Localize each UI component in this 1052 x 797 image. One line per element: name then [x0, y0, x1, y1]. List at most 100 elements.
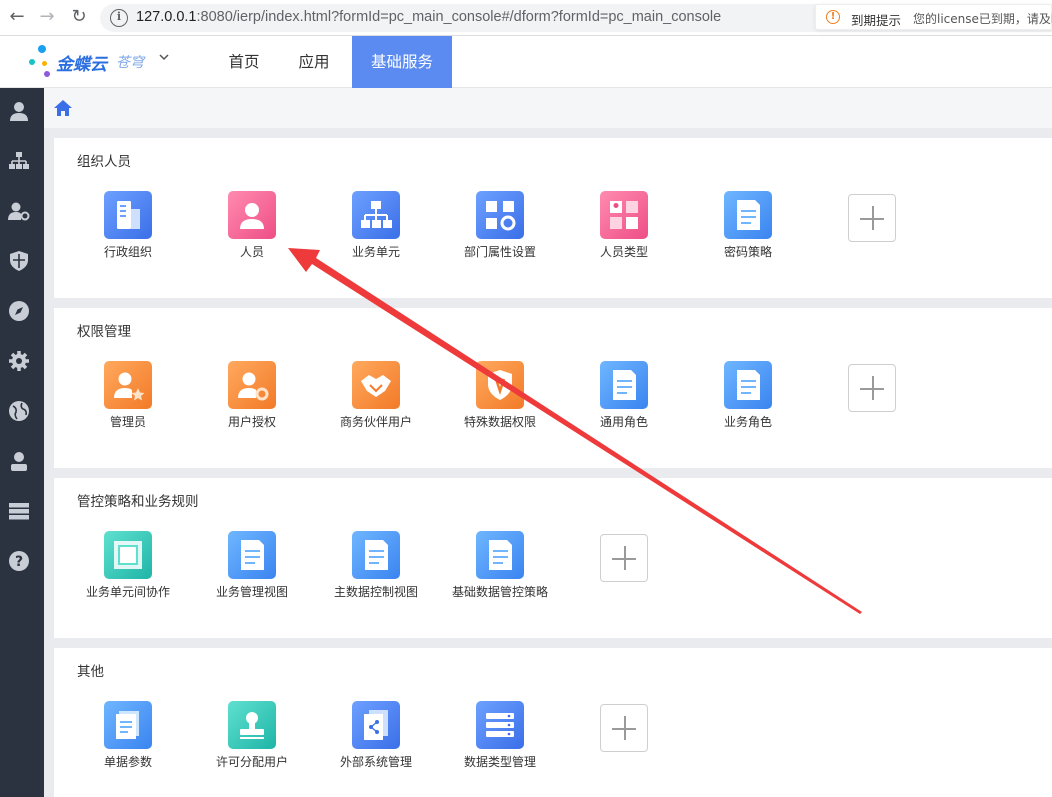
tile-label: 许可分配用户 — [215, 755, 288, 769]
tile-user-authorization[interactable]: 用户授权 — [192, 361, 312, 441]
tile-label: 管理员 — [109, 415, 146, 429]
tile-label: 用户授权 — [227, 415, 276, 429]
app-header: 金蝶云 苍穹 首页 应用 基础服务 — [0, 36, 1052, 88]
tile-label: 通用角色 — [599, 415, 648, 429]
tile-label: 人员类型 — [599, 245, 648, 259]
tile-label: 行政组织 — [103, 245, 152, 259]
person-icon[interactable] — [8, 450, 30, 472]
user-settings-icon[interactable] — [8, 200, 30, 222]
tile-people[interactable]: 人员 — [192, 191, 312, 271]
site-info-icon[interactable]: i — [110, 9, 128, 27]
org-chart-icon[interactable] — [8, 150, 30, 172]
add-tile-button[interactable] — [600, 704, 648, 752]
tile-master-data-control-view[interactable]: 主数据控制视图 — [316, 531, 436, 611]
stacked-docs-icon — [104, 701, 152, 749]
notice-title: 到期提示 — [851, 13, 902, 28]
server-icon[interactable] — [8, 500, 30, 522]
document-icon — [228, 531, 276, 579]
document-icon — [600, 361, 648, 409]
tile-label: 密码策略 — [723, 245, 772, 259]
tile-basic-data-control-policy[interactable]: 基础数据管控策略 — [440, 531, 560, 611]
section-title: 权限管理 — [77, 324, 131, 340]
tile-business-unit[interactable]: 业务单元 — [316, 191, 436, 271]
section-title: 组织人员 — [77, 154, 131, 170]
admin-star-icon — [104, 361, 152, 409]
tile-bu-collaboration[interactable]: 业务单元间协作 — [68, 531, 188, 611]
user-gear-icon — [228, 361, 276, 409]
tab-home[interactable]: 首页 — [212, 36, 276, 88]
section-org-people: 组织人员 行政组织 人员 业务单元 部门属性设置 人员类型 密码策略 — [54, 138, 1052, 298]
tile-label: 单据参数 — [103, 755, 152, 769]
layers-icon — [104, 531, 152, 579]
person-grid-icon — [600, 191, 648, 239]
tab-apps[interactable]: 应用 — [282, 36, 346, 88]
tile-admin-org[interactable]: 行政组织 — [68, 191, 188, 271]
user-icon[interactable] — [8, 100, 30, 122]
document-icon — [476, 531, 524, 579]
tile-document-params[interactable]: 单据参数 — [68, 701, 188, 781]
forward-icon[interactable]: → — [36, 6, 58, 28]
add-tile-button[interactable] — [600, 534, 648, 582]
url-text: 127.0.0.1:8080/ierp/index.html?formId=pc… — [136, 9, 721, 25]
person-icon — [228, 191, 276, 239]
tile-label: 特殊数据权限 — [463, 415, 536, 429]
reload-icon[interactable]: ↻ — [68, 6, 90, 28]
tile-license-users[interactable]: 许可分配用户 — [192, 701, 312, 781]
tile-label: 数据类型管理 — [463, 755, 536, 769]
shield-icon — [476, 361, 524, 409]
shield-icon[interactable] — [8, 250, 30, 272]
building-icon — [104, 191, 152, 239]
url-host: 127.0.0.1 — [136, 9, 197, 25]
help-icon[interactable]: ? — [8, 550, 30, 572]
warning-icon: ! — [826, 10, 840, 24]
tile-label: 业务管理视图 — [215, 585, 288, 599]
section-other: 其他 单据参数 许可分配用户 外部系统管理 数据类型管理 — [54, 648, 1052, 797]
add-tile-button[interactable] — [848, 194, 896, 242]
tile-label: 业务角色 — [723, 415, 772, 429]
back-icon[interactable]: ← — [6, 6, 28, 28]
home-icon[interactable] — [54, 100, 72, 116]
share-docs-icon — [352, 701, 400, 749]
tile-label: 外部系统管理 — [339, 755, 412, 769]
tile-business-mgmt-view[interactable]: 业务管理视图 — [192, 531, 312, 611]
license-notice[interactable]: ! 到期提示 您的license已到期，请及时 — [815, 4, 1052, 30]
chevron-down-icon[interactable] — [158, 51, 170, 67]
tile-label: 业务单元 — [351, 245, 400, 259]
globe-icon[interactable] — [8, 400, 30, 422]
notice-message: 您的license已到期，请及时 — [913, 12, 1052, 26]
org-chart-icon — [352, 191, 400, 239]
gear-icon[interactable] — [8, 350, 30, 372]
section-control-policies: 管控策略和业务规则 业务单元间协作 业务管理视图 主数据控制视图 基础数据管控策… — [54, 478, 1052, 638]
tile-special-data-perm[interactable]: 特殊数据权限 — [440, 361, 560, 441]
logo-icon — [28, 44, 54, 78]
document-icon — [352, 531, 400, 579]
tile-administrator[interactable]: 管理员 — [68, 361, 188, 441]
grid-gear-icon — [476, 191, 524, 239]
brand-name: 金蝶云 — [56, 55, 107, 75]
compass-icon[interactable] — [8, 300, 30, 322]
tile-password-policy[interactable]: 密码策略 — [688, 191, 808, 271]
tile-label: 商务伙伴用户 — [339, 415, 412, 429]
add-tile-button[interactable] — [848, 364, 896, 412]
document-icon — [724, 361, 772, 409]
tile-business-role[interactable]: 业务角色 — [688, 361, 808, 441]
tile-person-type[interactable]: 人员类型 — [564, 191, 684, 271]
tile-data-type-mgmt[interactable]: 数据类型管理 — [440, 701, 560, 781]
section-permission-management: 权限管理 管理员 用户授权 商务伙伴用户 特殊数据权限 通用角色 业务角色 — [54, 308, 1052, 468]
document-icon — [724, 191, 772, 239]
stamp-icon — [228, 701, 276, 749]
list-icon — [476, 701, 524, 749]
section-title: 管控策略和业务规则 — [77, 494, 199, 510]
tile-label: 部门属性设置 — [463, 245, 536, 259]
tile-partner-users[interactable]: 商务伙伴用户 — [316, 361, 436, 441]
brand-subtitle: 苍穹 — [116, 55, 144, 71]
tab-basic-services[interactable]: 基础服务 — [352, 36, 452, 88]
tile-common-role[interactable]: 通用角色 — [564, 361, 684, 441]
section-title: 其他 — [77, 664, 104, 680]
tile-external-system-mgmt[interactable]: 外部系统管理 — [316, 701, 436, 781]
tile-label: 业务单元间协作 — [85, 585, 170, 599]
handshake-icon — [352, 361, 400, 409]
tile-label: 基础数据管控策略 — [451, 585, 548, 599]
tile-dept-attr-settings[interactable]: 部门属性设置 — [440, 191, 560, 271]
svg-text:?: ? — [15, 554, 23, 570]
